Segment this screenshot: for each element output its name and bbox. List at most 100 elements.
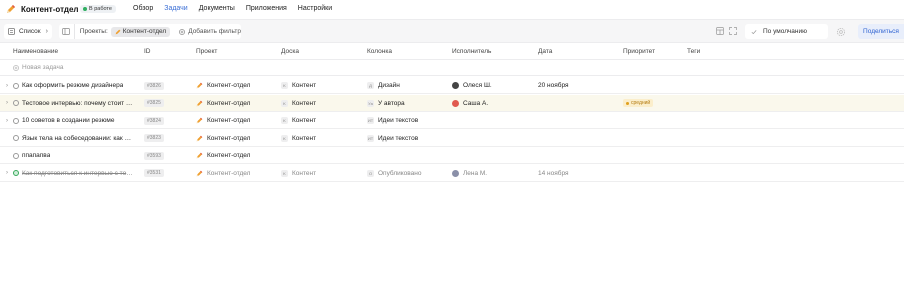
sidebar-toggle-icon xyxy=(62,28,71,35)
view-label: Список xyxy=(19,28,41,35)
column-header-tags[interactable]: Теги xyxy=(687,48,700,55)
task-column[interactable]: Идеи текстов xyxy=(378,117,418,124)
avatar xyxy=(452,169,459,177)
pencil-icon xyxy=(196,117,203,124)
task-status-checkbox[interactable] xyxy=(13,152,19,159)
task-board[interactable]: Контент xyxy=(292,82,316,89)
task-name[interactable]: Тестовое интервью: почему стоит пр... xyxy=(22,100,133,107)
filter-chip-project[interactable]: Контент-отдел xyxy=(110,26,171,37)
gear-icon[interactable] xyxy=(836,27,846,37)
task-project[interactable]: Контент-отдел xyxy=(207,152,250,159)
table-row[interactable]: ппапапва #3593 Контент-отдел xyxy=(0,147,904,164)
task-project[interactable]: Контент-отдел xyxy=(207,135,250,142)
column-header-name[interactable]: Наименование xyxy=(13,48,58,55)
tab-documents[interactable]: Документы xyxy=(199,5,235,12)
expand-chevron-icon[interactable]: › xyxy=(6,112,8,129)
task-status-checkbox[interactable] xyxy=(13,82,19,89)
pencil-icon xyxy=(196,100,203,106)
priority-dot-icon xyxy=(626,101,629,105)
status-dot-icon xyxy=(83,7,87,11)
avatar xyxy=(452,99,459,107)
task-project[interactable]: Контент-отдел xyxy=(207,170,250,177)
filter-toggle-button[interactable] xyxy=(59,24,75,39)
task-status-checkbox[interactable] xyxy=(13,100,19,106)
task-name[interactable]: 10 советов в создании резюме xyxy=(22,117,115,124)
table-row[interactable]: › Как подготовиться к интервью с топ... #3… xyxy=(0,165,904,182)
table-row[interactable]: › Тестовое интервью: почему стоит пр... #3… xyxy=(0,94,904,112)
task-id: #3824 xyxy=(144,116,164,125)
task-date[interactable]: 14 ноября xyxy=(538,170,569,177)
task-board[interactable]: Контент xyxy=(292,117,316,124)
filter-label: Проекты: xyxy=(79,28,108,35)
task-column[interactable]: Опубликовано xyxy=(378,170,422,177)
add-filter-label: Добавить фильтр xyxy=(188,28,241,35)
column-header-column[interactable]: Колонка xyxy=(367,48,392,55)
list-view-icon xyxy=(8,28,15,35)
new-task-button[interactable]: Новая задача xyxy=(13,64,64,71)
board-initial-icon: K xyxy=(281,117,288,124)
check-icon xyxy=(751,29,757,34)
add-filter-button[interactable]: Добавить фильтр xyxy=(179,28,241,35)
task-date[interactable]: 20 ноября xyxy=(538,82,569,89)
column-header-date[interactable]: Дата xyxy=(538,48,552,55)
task-assignee[interactable]: Олеся Ш. xyxy=(463,82,492,89)
column-initial-icon: Уа xyxy=(367,99,374,107)
pencil-icon xyxy=(196,135,203,141)
task-id: #3825 xyxy=(144,99,164,107)
task-name[interactable]: Язык тела на собеседовании: как пр... xyxy=(22,135,133,142)
priority-badge[interactable]: средний xyxy=(623,99,654,107)
task-name[interactable]: Как подготовиться к интервью с топ... xyxy=(22,170,133,177)
column-initial-icon: О xyxy=(367,169,374,177)
expand-chevron-icon[interactable]: › xyxy=(6,77,8,94)
avatar xyxy=(452,82,459,89)
task-board[interactable]: Контент xyxy=(292,100,316,107)
pencil-icon xyxy=(196,152,203,159)
task-project[interactable]: Контент-отдел xyxy=(207,117,250,124)
tab-settings[interactable]: Настройки xyxy=(298,5,332,12)
task-status-checkbox[interactable] xyxy=(13,135,19,141)
table-row[interactable]: › 10 советов в создании резюме #3824 Контен… xyxy=(0,112,904,129)
plus-circle-icon xyxy=(179,28,186,35)
status-label: В работе xyxy=(89,6,112,12)
status-badge[interactable]: В работе xyxy=(80,5,116,13)
column-header-id[interactable]: ID xyxy=(144,48,151,55)
task-assignee[interactable]: Саша А. xyxy=(463,100,488,107)
task-project[interactable]: Контент-отдел xyxy=(207,82,250,89)
column-initial-icon: Д xyxy=(367,82,374,89)
columns-settings-icon[interactable] xyxy=(716,27,724,35)
column-header-priority[interactable]: Приоритет xyxy=(623,48,655,55)
task-column[interactable]: Дизайн xyxy=(378,82,400,89)
task-assignee[interactable]: Лена М. xyxy=(463,170,487,177)
toolbar: Список › Проекты: Контент-отдел Добавить… xyxy=(0,19,904,43)
expand-chevron-icon[interactable]: › xyxy=(6,165,8,182)
expand-icon[interactable] xyxy=(729,27,737,35)
task-board[interactable]: Контент xyxy=(292,170,316,177)
share-button[interactable]: Поделиться xyxy=(858,24,904,39)
table-row[interactable]: Язык тела на собеседовании: как пр... #38… xyxy=(0,130,904,147)
column-header-board[interactable]: Доска xyxy=(281,48,299,55)
task-name[interactable]: ппапапва xyxy=(22,152,50,159)
task-column[interactable]: У автора xyxy=(378,100,405,107)
sort-label: По умолчанию xyxy=(763,28,807,35)
table-row[interactable]: › Как оформить резюме дизайнера #3826 Конте… xyxy=(0,77,904,94)
task-status-checkbox[interactable] xyxy=(13,170,19,176)
tab-apps[interactable]: Приложения xyxy=(246,5,287,12)
view-switch-button[interactable]: Список › xyxy=(4,24,52,39)
tab-overview[interactable]: Обзор xyxy=(133,5,153,12)
board-initial-icon: K xyxy=(281,82,288,89)
task-project[interactable]: Контент-отдел xyxy=(207,100,250,107)
task-status-checkbox[interactable] xyxy=(13,117,19,124)
sort-select[interactable]: По умолчанию xyxy=(745,24,828,39)
pencil-icon xyxy=(196,82,203,89)
main-nav: Обзор Задачи Документы Приложения Настро… xyxy=(133,5,332,12)
column-header-assignee[interactable]: Исполнитель xyxy=(452,48,491,55)
tab-tasks[interactable]: Задачи xyxy=(164,5,188,12)
task-column[interactable]: Идеи текстов xyxy=(378,135,418,142)
pencil-icon xyxy=(115,29,121,34)
column-header-project[interactable]: Проект xyxy=(196,48,217,55)
task-name[interactable]: Как оформить резюме дизайнера xyxy=(22,82,123,89)
board-initial-icon: K xyxy=(281,134,288,142)
task-id: #3593 xyxy=(144,151,164,160)
expand-chevron-icon[interactable]: › xyxy=(6,95,8,112)
task-board[interactable]: Контент xyxy=(292,135,316,142)
